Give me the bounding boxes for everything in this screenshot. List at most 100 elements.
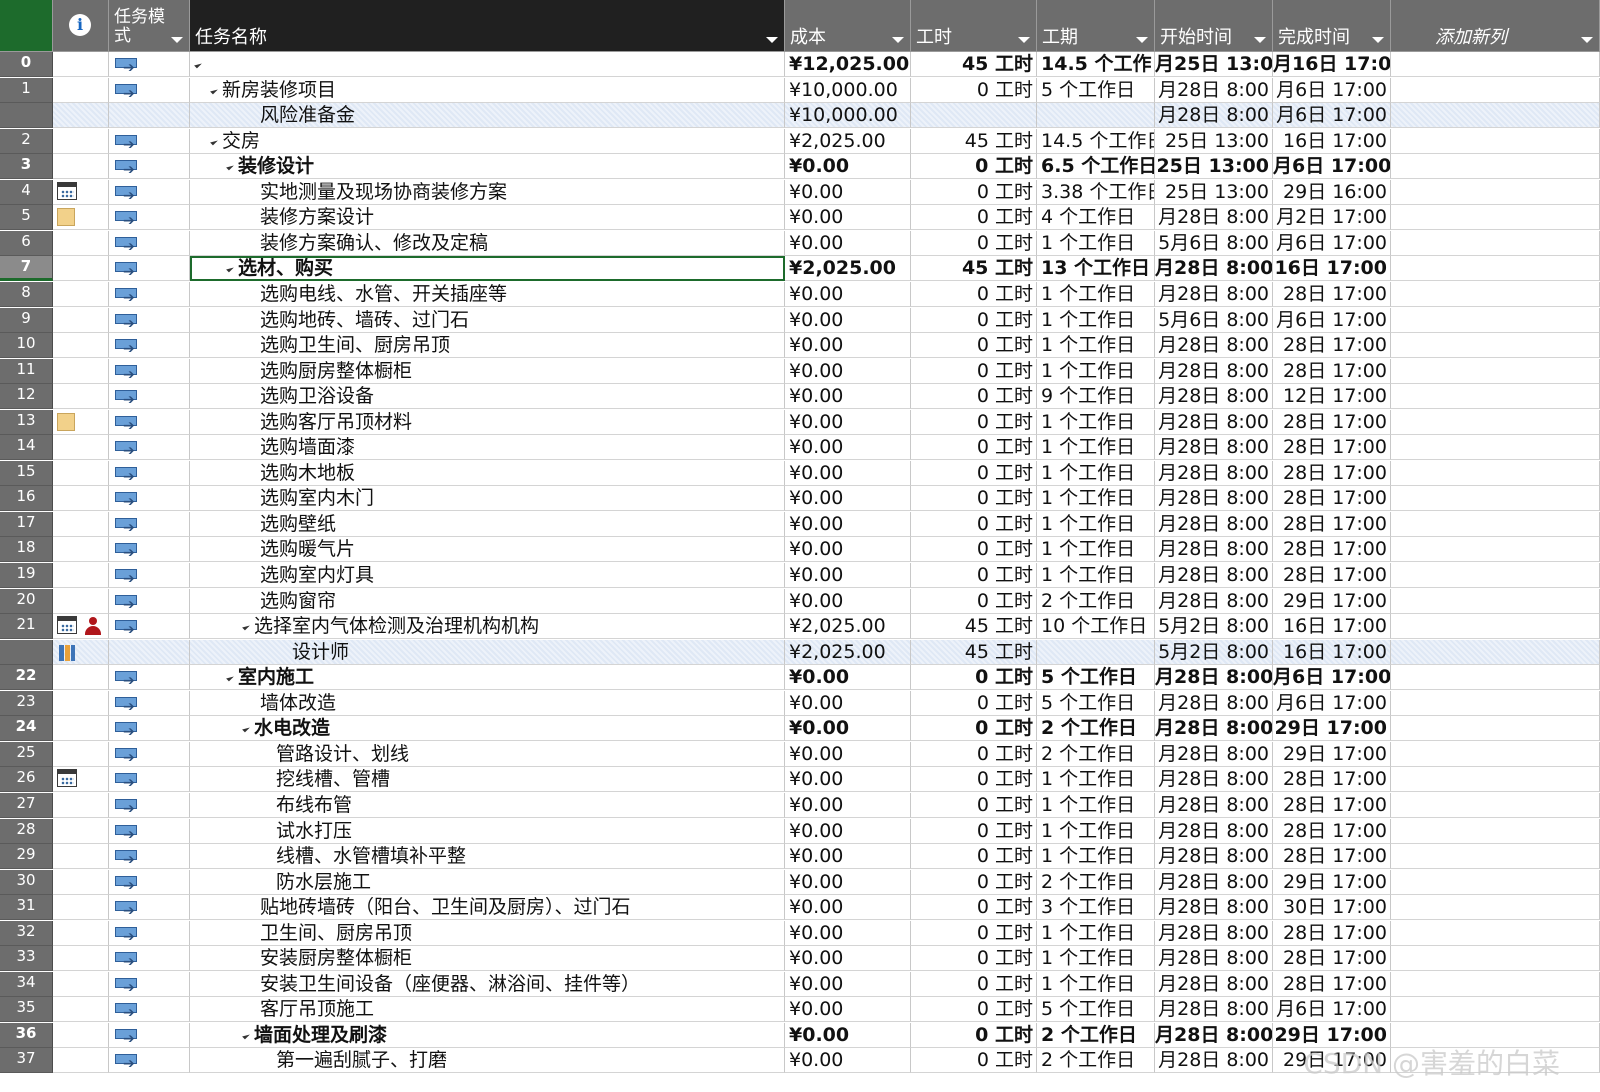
row-number[interactable]: 34	[0, 971, 53, 997]
cost-cell[interactable]: ¥0.00	[785, 409, 911, 435]
start-cell[interactable]: 月28日 8:00	[1155, 511, 1273, 537]
start-cell[interactable]: 月28日 8:00	[1155, 665, 1273, 691]
work-cell[interactable]: 0 工时	[911, 511, 1037, 537]
duration-cell[interactable]	[1037, 639, 1155, 665]
task-mode-cell[interactable]	[109, 946, 190, 972]
duration-cell[interactable]: 3 个工作日	[1037, 895, 1155, 921]
row-number[interactable]: 14	[0, 435, 53, 461]
row-number[interactable]: 9	[0, 307, 53, 333]
cost-cell[interactable]: ¥0.00	[785, 588, 911, 614]
task-name-cell[interactable]: 新房装修项目	[190, 77, 785, 103]
task-row[interactable]: 14 选购墙面漆 ¥0.000 工时1 个工作日月28日 8:0028日 17:00	[0, 435, 1600, 461]
work-cell[interactable]: 0 工时	[911, 486, 1037, 512]
assignment-row[interactable]: 风险准备金 ¥10,000.00 月28日 8:00 月6日 17:00	[0, 103, 1600, 129]
task-row[interactable]: 6 装修方案确认、修改及定稿 ¥0.000 工时1 个工作日5月6日 8:00月6日…	[0, 230, 1600, 256]
start-cell[interactable]: 月28日 8:00	[1155, 1022, 1273, 1048]
start-cell[interactable]: 25日 13:00	[1155, 154, 1273, 180]
finish-cell[interactable]: 28日 17:00	[1273, 409, 1391, 435]
start-cell[interactable]: 5月2日 8:00	[1155, 614, 1273, 640]
add-new-column-cell[interactable]	[1391, 409, 1600, 435]
finish-cell[interactable]: 28日 17:00	[1273, 486, 1391, 512]
work-cell[interactable]	[911, 103, 1037, 129]
add-new-column-cell[interactable]	[1391, 946, 1600, 972]
task-row[interactable]: 24 水电改造 ¥0.000 工时2 个工作日月28日 8:0029日 17:00	[0, 716, 1600, 742]
task-mode-cell[interactable]	[109, 767, 190, 793]
add-new-column-cell[interactable]	[1391, 103, 1600, 129]
cost-cell[interactable]: ¥0.00	[785, 792, 911, 818]
add-new-column-cell[interactable]	[1391, 537, 1600, 563]
duration-cell[interactable]: 1 个工作日	[1037, 971, 1155, 997]
task-row[interactable]: 17 选购壁纸 ¥0.000 工时1 个工作日月28日 8:0028日 17:00	[0, 511, 1600, 537]
duration-cell[interactable]: 1 个工作日	[1037, 435, 1155, 461]
chevron-down-icon[interactable]	[1372, 37, 1384, 43]
indicators-cell[interactable]	[53, 588, 109, 614]
task-name-cell[interactable]: 试水打压	[190, 818, 785, 844]
cost-cell[interactable]: ¥10,000.00	[785, 77, 911, 103]
indicators-cell[interactable]	[53, 741, 109, 767]
task-name-cell[interactable]: 安装卫生间设备（座便器、淋浴间、挂件等）	[190, 971, 785, 997]
cost-cell[interactable]: ¥0.00	[785, 716, 911, 742]
finish-cell[interactable]: 28日 17:00	[1273, 844, 1391, 870]
task-mode-cell[interactable]	[109, 665, 190, 691]
task-row[interactable]: 25 管路设计、划线 ¥0.000 工时2 个工作日月28日 8:0029日 17:…	[0, 741, 1600, 767]
task-row[interactable]: 21 选择室内气体检测及治理机构机构 ¥2,025.0045 工时10 个工作日5月…	[0, 614, 1600, 640]
task-row[interactable]: 19 选购室内灯具 ¥0.000 工时1 个工作日月28日 8:0028日 17:0…	[0, 563, 1600, 588]
start-cell[interactable]: 月28日 8:00	[1155, 563, 1273, 588]
task-row[interactable]: 2 交房 ¥2,025.0045 工时14.5 个工作日25日 13:0016日 1…	[0, 128, 1600, 154]
indicators-cell[interactable]	[53, 563, 109, 588]
duration-cell[interactable]: 9 个工作日	[1037, 384, 1155, 410]
task-mode-cell[interactable]	[109, 230, 190, 256]
collapse-triangle-icon[interactable]	[210, 86, 218, 94]
task-name-cell[interactable]: 选购电线、水管、开关插座等	[190, 281, 785, 307]
cost-cell[interactable]: ¥0.00	[785, 230, 911, 256]
task-mode-cell[interactable]	[109, 205, 190, 231]
finish-cell[interactable]: 29日 17:00	[1273, 716, 1391, 742]
task-mode-cell[interactable]	[109, 103, 190, 129]
add-new-column-cell[interactable]	[1391, 1022, 1600, 1048]
finish-cell[interactable]: 月6日 17:00	[1273, 665, 1391, 691]
row-number[interactable]: 35	[0, 997, 53, 1023]
duration-cell[interactable]: 3.38 个工作日	[1037, 179, 1155, 205]
add-new-column-cell[interactable]	[1391, 1048, 1600, 1074]
finish-cell[interactable]: 16日 17:00	[1273, 256, 1391, 282]
collapse-triangle-icon[interactable]	[226, 265, 234, 273]
start-cell[interactable]: 月28日 8:00	[1155, 281, 1273, 307]
duration-cell[interactable]: 2 个工作日	[1037, 869, 1155, 895]
row-number[interactable]: 24	[0, 716, 53, 742]
work-cell[interactable]: 45 工时	[911, 614, 1037, 640]
start-cell[interactable]: 月25日 13:00	[1155, 52, 1273, 77]
indicators-cell[interactable]	[53, 486, 109, 512]
start-cell[interactable]: 月28日 8:00	[1155, 869, 1273, 895]
duration-cell[interactable]: 2 个工作日	[1037, 716, 1155, 742]
indicators-cell[interactable]	[53, 511, 109, 537]
task-row[interactable]: 36 墙面处理及刷漆 ¥0.000 工时2 个工作日月28日 8:0029日 17:…	[0, 1022, 1600, 1048]
chevron-down-icon[interactable]	[1136, 37, 1148, 43]
add-new-column-cell[interactable]	[1391, 179, 1600, 205]
work-cell[interactable]: 0 工时	[911, 154, 1037, 180]
row-number[interactable]: 21	[0, 614, 53, 640]
task-mode-cell[interactable]	[109, 281, 190, 307]
work-cell[interactable]: 0 工时	[911, 179, 1037, 205]
task-name-cell[interactable]: 挖线槽、管槽	[190, 767, 785, 793]
task-mode-cell[interactable]	[109, 792, 190, 818]
task-mode-cell[interactable]	[109, 844, 190, 870]
start-cell[interactable]: 月28日 8:00	[1155, 77, 1273, 103]
task-name-cell[interactable]: 选购地砖、墙砖、过门石	[190, 307, 785, 333]
cost-cell[interactable]: ¥12,025.00	[785, 52, 911, 77]
cost-cell[interactable]: ¥0.00	[785, 767, 911, 793]
add-new-column-cell[interactable]	[1391, 460, 1600, 486]
duration-cell[interactable]: 1 个工作日	[1037, 333, 1155, 359]
indicators-cell[interactable]	[53, 895, 109, 921]
task-row[interactable]: 5 装修方案设计 ¥0.000 工时4 个工作日月28日 8:00月2日 17:00	[0, 205, 1600, 231]
task-mode-cell[interactable]	[109, 690, 190, 716]
row-number[interactable]: 0	[0, 52, 53, 77]
finish-cell[interactable]: 28日 17:00	[1273, 946, 1391, 972]
indicators-column-header[interactable]: i	[53, 0, 109, 52]
task-row[interactable]: 34 安装卫生间设备（座便器、淋浴间、挂件等） ¥0.000 工时1 个工作日月28…	[0, 971, 1600, 997]
add-new-column-cell[interactable]	[1391, 77, 1600, 103]
add-new-column-cell[interactable]	[1391, 588, 1600, 614]
start-cell[interactable]: 月28日 8:00	[1155, 767, 1273, 793]
duration-column-header[interactable]: 工期	[1037, 0, 1155, 52]
finish-cell[interactable]: 月6日 17:00	[1273, 690, 1391, 716]
task-row[interactable]: 33 安装厨房整体橱柜 ¥0.000 工时1 个工作日月28日 8:0028日 17…	[0, 946, 1600, 972]
